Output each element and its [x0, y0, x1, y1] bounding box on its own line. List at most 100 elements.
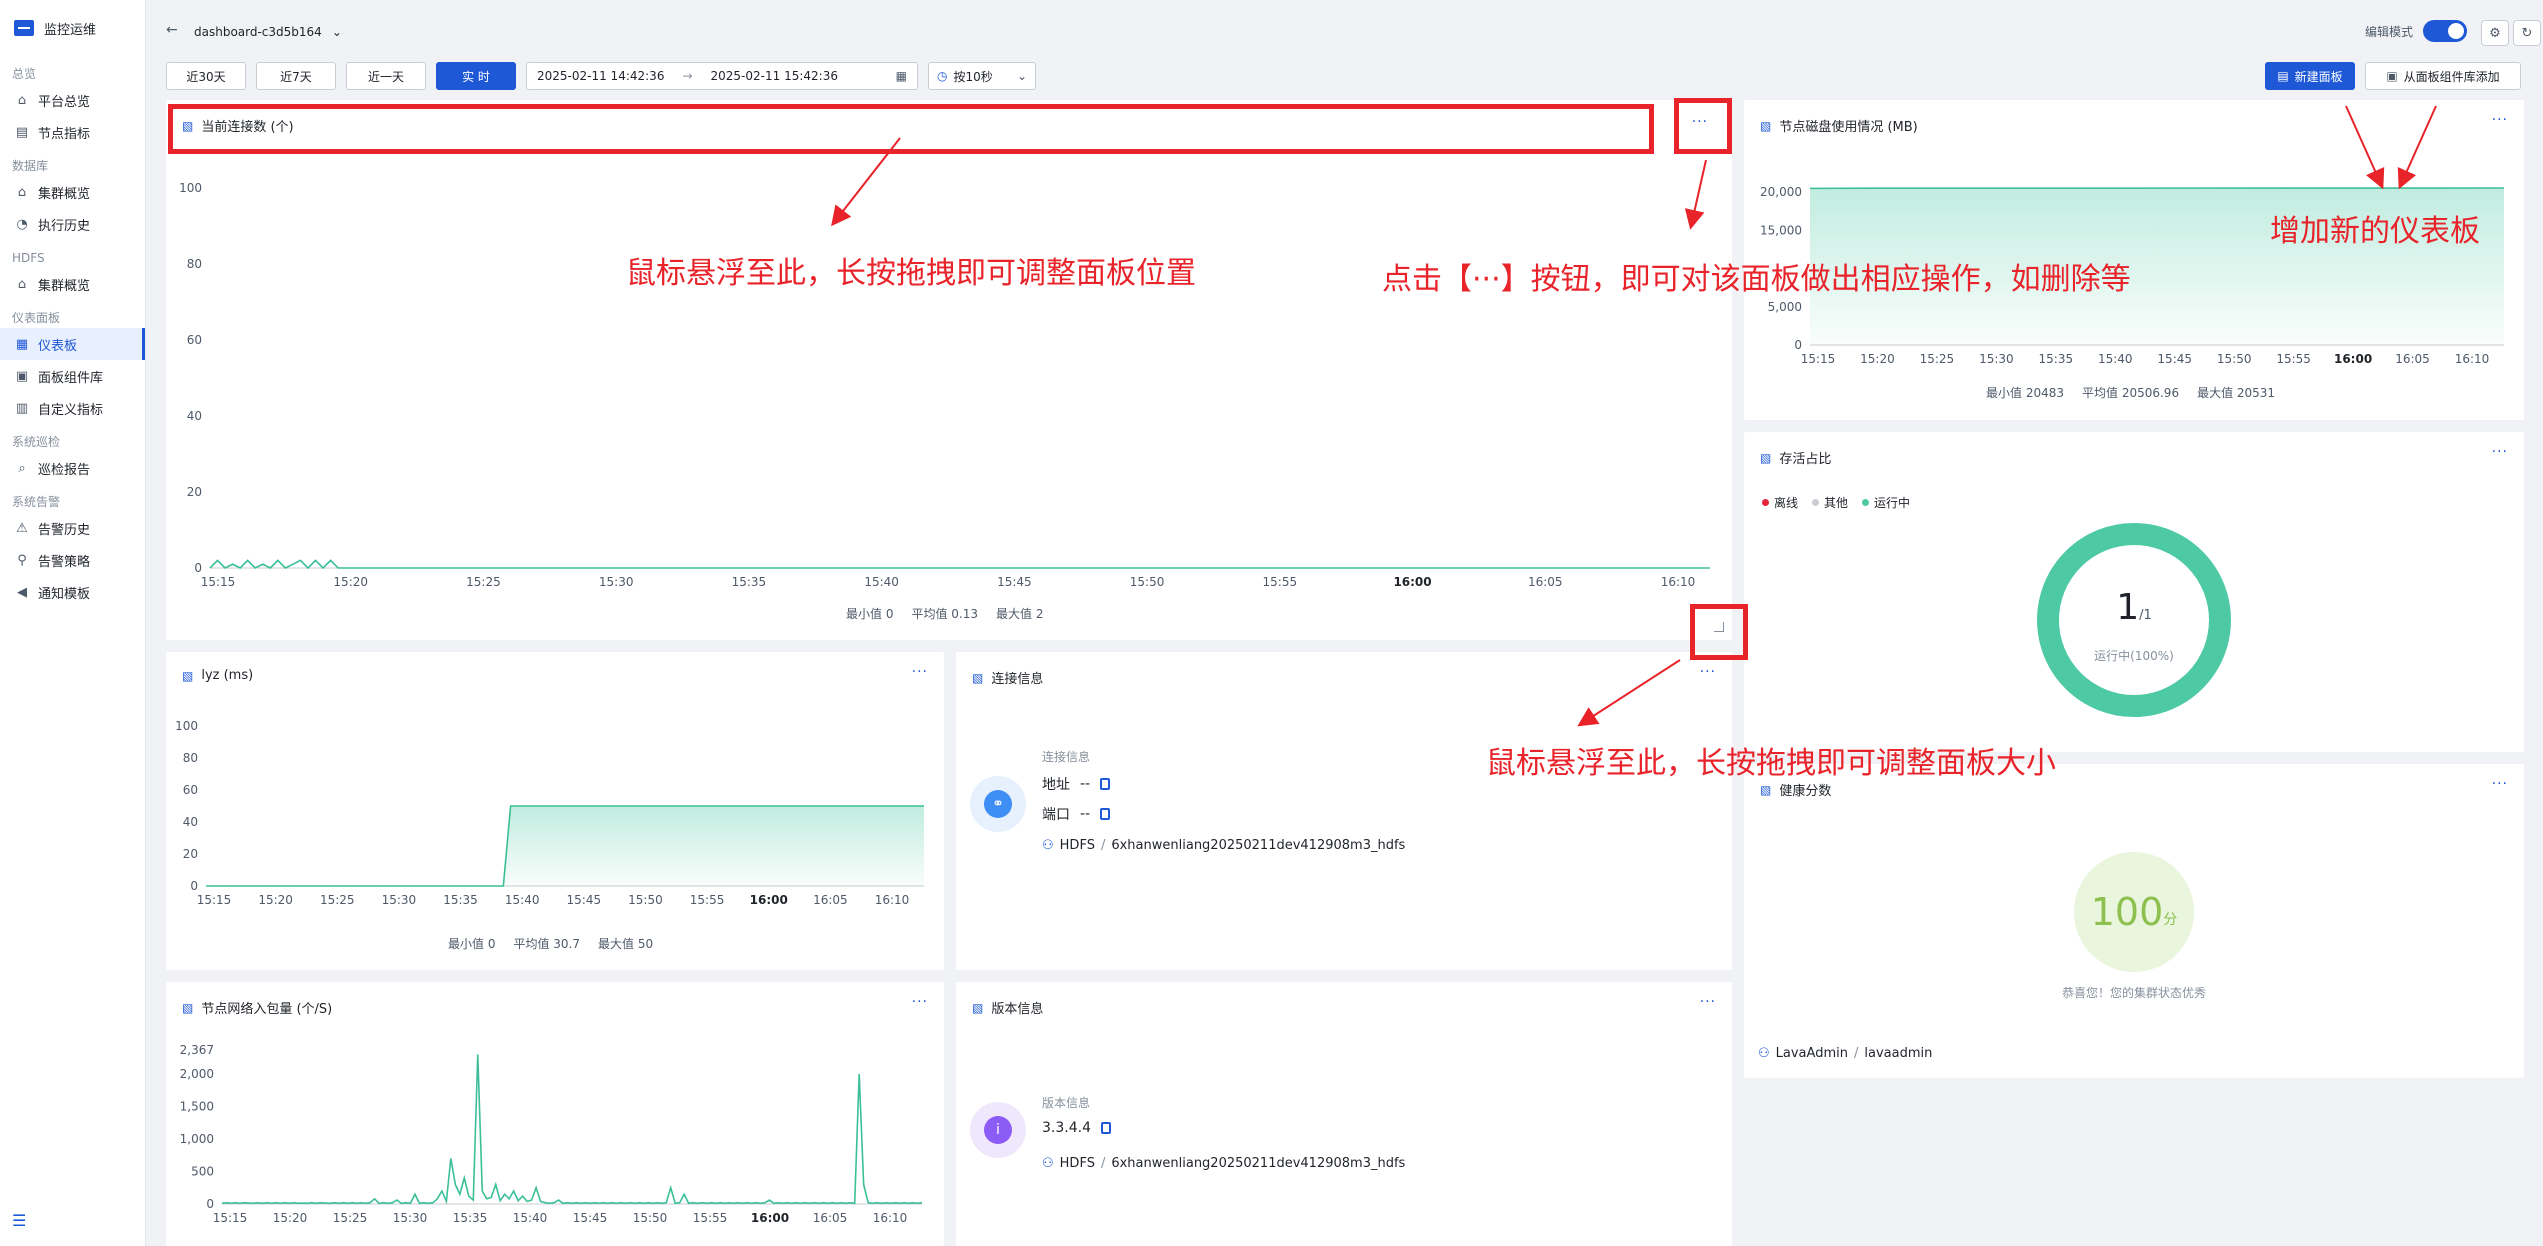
edit-mode-label: 编辑模式	[2364, 24, 2413, 39]
time-range-button[interactable]: 实 时	[436, 62, 516, 90]
copy-icon[interactable]	[1100, 1122, 1111, 1134]
more-icon[interactable]: ···	[912, 664, 928, 680]
panel-connection-info[interactable]: ▧ 连接信息 ··· ⚭ 连接信息 地址 -- 端口 -- ⚇ HDFS / 6x…	[956, 652, 1732, 970]
cluster-icon: ⚇	[1042, 838, 1054, 853]
x-tick-label: 15:50	[2217, 352, 2252, 366]
panel-survival[interactable]: ▧ 存活占比 ··· 离线 其他 运行中 1/1 运行中(100%)	[1744, 432, 2524, 752]
panel-network[interactable]: ▧ 节点网络入包量 (个/S) ··· 0 500 1,000 1,500 2,000 2,…	[166, 982, 944, 1246]
health-user: ⚇ LavaAdmin / lavaadmin	[1758, 1046, 1932, 1061]
sidebar-item-label: 节点指标	[38, 126, 91, 142]
settings-icon[interactable]: ⚙	[2481, 20, 2509, 46]
panel-lyz[interactable]: ▧ lyz (ms) ··· 0 20 40 60 80 100 15:15 15:20 15:2…	[166, 652, 944, 970]
link-icon-badge: ⚭	[970, 776, 1026, 832]
more-icon[interactable]: ···	[2492, 444, 2508, 460]
y-tick-label: 500	[191, 1164, 214, 1178]
user-name: LavaAdmin	[1775, 1046, 1848, 1061]
panel-health[interactable]: ▧ 健康分数 ··· 100 分 恭喜您！您的集群状态优秀 ⚇ LavaAdmin …	[1744, 764, 2524, 1078]
stat-min: 最小值 0	[846, 607, 894, 621]
connections-stats: 最小值 0 平均值 0.13 最大值 2	[846, 605, 1043, 622]
legend-running[interactable]: 运行中	[1862, 494, 1910, 511]
copy-icon[interactable]	[1100, 778, 1111, 790]
sidebar-item[interactable]: ⚲ 告警策略	[0, 544, 145, 576]
sidebar-item[interactable]: ⌂ 集群概览	[0, 268, 145, 300]
sidebar-item[interactable]: ⌂ 集群概览	[0, 176, 145, 208]
sidebar-item[interactable]: ▤ 节点指标	[0, 116, 145, 148]
y-tick-label: 0	[206, 1197, 214, 1211]
x-tick-label: 15:40	[2098, 352, 2133, 366]
address-label: 地址	[1042, 777, 1070, 793]
lyz-stats: 最小值 0 平均值 30.7 最大值 50	[448, 935, 653, 952]
date-range-picker[interactable]: 2025-02-11 14:42:36 → 2025-02-11 15:42:3…	[526, 62, 918, 90]
x-tick-label: 15:40	[505, 893, 540, 907]
refresh-interval-select[interactable]: ◷ 按10秒 ⌄	[928, 62, 1036, 90]
sidebar-item[interactable]: ▥ 自定义指标	[0, 392, 145, 424]
cluster-icon: ⚇	[1758, 1046, 1770, 1061]
panel-title[interactable]: ▧ 健康分数	[1760, 780, 1831, 800]
x-tick-label: 16:05	[1528, 575, 1563, 589]
y-tick-label: 0	[194, 561, 202, 575]
sidebar-item[interactable]: ⌕ 巡检报告	[0, 452, 145, 484]
more-icon[interactable]: ···	[2492, 112, 2508, 128]
panel-connections[interactable]: ▧ 当前连接数 (个) ··· 0 20 40 60 80 100 15:15 15:20 15:…	[166, 100, 1732, 640]
x-tick-label: 15:15	[197, 893, 232, 907]
dashboard-selector[interactable]: dashboard-c3d5b164 ⌄	[194, 25, 342, 39]
back-arrow-icon[interactable]: ←	[166, 22, 178, 38]
time-range-button[interactable]: 近一天	[346, 62, 426, 90]
sidebar-item[interactable]: ▣ 面板组件库	[0, 360, 145, 392]
location-icon: ⚲	[17, 552, 27, 568]
link-icon: ⚭	[984, 790, 1012, 818]
legend-offline[interactable]: 离线	[1762, 494, 1798, 511]
x-tick-label: 15:25	[1920, 352, 1955, 366]
sidebar-item[interactable]: ⚠ 告警历史	[0, 512, 145, 544]
refresh-interval-value: 按10秒	[953, 69, 993, 84]
menu-collapse-icon[interactable]: ☰	[12, 1211, 26, 1230]
stat-min: 最小值 0	[448, 937, 496, 951]
panel-title[interactable]: ▧ 存活占比	[1760, 448, 1831, 468]
legend-other[interactable]: 其他	[1812, 494, 1848, 511]
sidebar-item[interactable]: ◀ 通知模板	[0, 576, 145, 608]
x-tick-label: 15:35	[2039, 352, 2074, 366]
resize-handle-icon[interactable]	[1714, 622, 1724, 632]
sidebar-item-label: 仪表板	[38, 338, 78, 354]
history-icon: ◔	[16, 216, 28, 232]
more-icon[interactable]: ···	[1692, 114, 1708, 130]
port-row: 端口 --	[1042, 804, 1111, 824]
more-icon[interactable]: ···	[1700, 664, 1716, 680]
y-tick-label: 100	[175, 719, 198, 733]
x-tick-label: 16:05	[813, 1211, 848, 1225]
panel-title[interactable]: ▧ 连接信息	[972, 668, 1043, 688]
panel-title[interactable]: ▧ 节点磁盘使用情况 (MB)	[1760, 116, 1918, 136]
time-range-group: 近30天 近7天 近一天实 时	[166, 62, 516, 90]
x-tick-label: 15:55	[693, 1211, 728, 1225]
home-icon: ⌂	[17, 92, 27, 108]
dashboard-name: dashboard-c3d5b164	[194, 25, 322, 39]
more-icon[interactable]: ···	[1700, 994, 1716, 1010]
panel-title-text: 版本信息	[991, 1002, 1044, 1017]
new-panel-button[interactable]: ▤ 新建面板	[2265, 62, 2355, 90]
alert-icon: ⚠	[16, 520, 28, 536]
sidebar-item[interactable]: ▦ 仪表板	[0, 328, 145, 360]
refresh-icon[interactable]: ↻	[2513, 20, 2541, 46]
panel-title[interactable]: ▧ 当前连接数 (个)	[182, 116, 294, 136]
add-from-library-button[interactable]: ▣ 从面板组件库添加	[2365, 62, 2521, 90]
sidebar-item-label: 面板组件库	[38, 370, 104, 386]
panel-title[interactable]: ▧ 节点网络入包量 (个/S)	[182, 998, 332, 1018]
panel-title[interactable]: ▧ lyz (ms)	[182, 668, 253, 683]
edit-mode-toggle[interactable]	[2423, 20, 2467, 42]
sidebar-item-label: 通知模板	[38, 586, 91, 602]
chart-doc-icon: ▧	[182, 118, 194, 133]
nav-group-title: 系统告警	[12, 495, 61, 509]
panel-version[interactable]: ▧ 版本信息 ··· i 版本信息 3.3.4.4 ⚇ HDFS / 6xhanw…	[956, 982, 1732, 1246]
x-tick-label: 15:45	[2157, 352, 2192, 366]
more-icon[interactable]: ···	[912, 994, 928, 1010]
copy-icon[interactable]	[1100, 808, 1111, 820]
panel-title[interactable]: ▧ 版本信息	[972, 998, 1044, 1018]
time-range-button[interactable]: 近30天	[166, 62, 246, 90]
chart-icon: ▤	[15, 124, 29, 140]
time-range-button[interactable]: 近7天	[256, 62, 336, 90]
more-icon[interactable]: ···	[2492, 776, 2508, 792]
sidebar-item[interactable]: ⌂ 平台总览	[0, 84, 145, 116]
sidebar-item[interactable]: ◔ 执行历史	[0, 208, 145, 240]
x-tick-label: 16:00	[1393, 575, 1431, 589]
metric-icon: ▥	[15, 400, 29, 416]
